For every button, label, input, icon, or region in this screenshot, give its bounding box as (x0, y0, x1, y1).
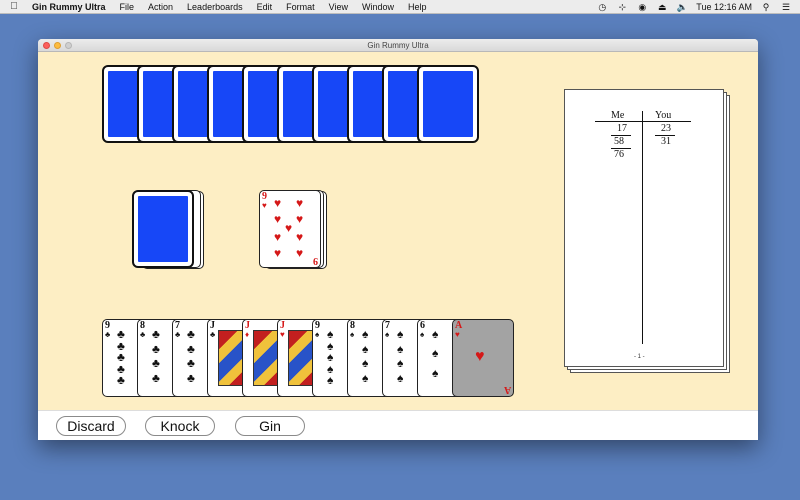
scoresheet-page-number: - 1 - (634, 354, 645, 360)
club-pip-icon: ♣ (187, 341, 195, 356)
game-table: 9 ♥ ♥ ♥ ♥ ♥ ♥ ♥ ♥ ♥ ♥ 9 9♣♣♣♣♣♣♣♣♣♣8♣♣♣♣… (38, 52, 758, 410)
discard-button[interactable]: Discard (56, 416, 126, 436)
score-me-2: 58 (614, 136, 624, 147)
club-pip-icon: ♣ (152, 356, 160, 370)
heart-pip-icon: ♥ (296, 230, 304, 244)
heart-pip-icon: ♥ (296, 212, 304, 226)
window-title: Gin Rummy Ultra (367, 41, 429, 50)
club-suit-icon: ♣ (175, 330, 181, 339)
discard-top-card[interactable]: 9 ♥ ♥ ♥ ♥ ♥ ♥ ♥ ♥ ♥ ♥ 9 (259, 190, 321, 268)
menu-window[interactable]: Window (355, 2, 401, 12)
score-header-rule (595, 121, 691, 122)
menu-file[interactable]: File (113, 2, 142, 12)
player-card-rank-bottom: A (503, 384, 511, 395)
menu-action[interactable]: Action (141, 2, 180, 12)
spade-pip-icon: ♠ (397, 370, 404, 385)
spade-pip-icon: ♠ (432, 327, 439, 341)
bluetooth-icon[interactable]: ⊹ (616, 2, 628, 13)
score-you-1: 23 (661, 123, 671, 134)
zoom-window-button[interactable] (65, 42, 72, 49)
score-column-divider (642, 111, 643, 344)
club-pip-icon: ♣ (187, 327, 195, 341)
time-machine-icon[interactable]: ◷ (596, 2, 608, 13)
club-suit-icon: ♣ (210, 330, 216, 339)
player-card[interactable]: A ♥ ♥ A (452, 319, 514, 397)
score-me-1: 17 (617, 123, 627, 134)
spade-pip-icon: ♠ (397, 327, 404, 341)
club-pip-icon: ♣ (187, 370, 195, 385)
heart-suit-icon: ♥ (262, 201, 267, 210)
close-window-button[interactable] (43, 42, 50, 49)
menu-clock[interactable]: Tue 12:16 AM (696, 2, 752, 12)
spade-suit-icon: ♠ (385, 330, 390, 339)
club-pip-icon: ♣ (117, 373, 125, 388)
discard-card-rank-bottom: 9 (313, 255, 318, 266)
score-header-me: Me (611, 110, 625, 121)
status-area: ◷ ⊹ ◉ ⏏ 🔈 Tue 12:16 AM ⚲ ☰ (596, 0, 792, 14)
spade-pip-icon: ♠ (432, 365, 439, 380)
club-suit-icon: ♣ (140, 330, 146, 339)
menu-app-name[interactable]: Gin Rummy Ultra (28, 2, 113, 12)
stock-pile-top-card[interactable] (132, 190, 194, 268)
minimize-window-button[interactable] (54, 42, 61, 49)
notification-center-icon[interactable]: ☰ (780, 2, 792, 13)
spotlight-search-icon[interactable]: ⚲ (760, 2, 772, 13)
club-pip-icon: ♣ (152, 370, 160, 385)
apple-icon[interactable]:  (0, 1, 28, 12)
spade-suit-icon: ♠ (315, 330, 320, 339)
spade-pip-icon: ♠ (327, 373, 334, 388)
spade-pip-icon: ♠ (397, 356, 404, 370)
heart-pip-icon: ♥ (274, 230, 282, 244)
game-window: Gin Rummy Ultra 9 ♥ ♥ ♥ ♥ ♥ ♥ ♥ ♥ ♥ ♥ 9 … (38, 39, 758, 440)
scoresheet: Me You 17 58 76 23 31 - 1 - (564, 89, 724, 367)
spade-pip-icon: ♠ (362, 370, 369, 385)
heart-suit-icon: ♥ (455, 330, 460, 339)
menu-edit[interactable]: Edit (250, 2, 280, 12)
club-pip-icon: ♣ (152, 341, 160, 356)
diamond-suit-icon: ♦ (245, 330, 250, 339)
club-suit-icon: ♣ (105, 330, 111, 339)
heart-pip-icon: ♥ (274, 246, 282, 260)
spade-pip-icon: ♠ (432, 346, 439, 361)
heart-suit-icon: ♥ (280, 330, 285, 339)
spade-suit-icon: ♠ (350, 330, 355, 339)
menu-leaderboards[interactable]: Leaderboards (180, 2, 250, 12)
opponent-card-back (417, 65, 479, 143)
score-me-3: 76 (614, 149, 624, 160)
heart-pip-icon: ♥ (296, 196, 304, 210)
heart-pip-icon: ♥ (274, 212, 282, 226)
heart-pip-icon: ♥ (475, 348, 485, 365)
spade-pip-icon: ♠ (362, 341, 369, 356)
heart-pip-icon: ♥ (285, 221, 293, 235)
menu-format[interactable]: Format (279, 2, 322, 12)
wifi-icon[interactable]: ◉ (636, 2, 648, 13)
menu-view[interactable]: View (322, 2, 355, 12)
club-pip-icon: ♣ (187, 356, 195, 370)
spade-pip-icon: ♠ (397, 341, 404, 356)
volume-icon[interactable]: 🔈 (676, 2, 688, 13)
heart-pip-icon: ♥ (274, 196, 282, 210)
menu-bar:  Gin Rummy Ultra File Action Leaderboar… (0, 0, 800, 14)
menu-help[interactable]: Help (401, 2, 434, 12)
eject-icon[interactable]: ⏏ (656, 2, 668, 13)
club-pip-icon: ♣ (152, 327, 160, 341)
knock-button[interactable]: Knock (145, 416, 215, 436)
action-bar: Discard Knock Gin (38, 410, 758, 440)
gin-button[interactable]: Gin (235, 416, 305, 436)
heart-pip-icon: ♥ (296, 246, 304, 260)
spade-pip-icon: ♠ (362, 327, 369, 341)
spade-pip-icon: ♠ (362, 356, 369, 370)
score-header-you: You (655, 110, 672, 121)
score-you-2: 31 (661, 136, 671, 147)
spade-suit-icon: ♠ (420, 330, 425, 339)
title-bar: Gin Rummy Ultra (38, 39, 758, 52)
